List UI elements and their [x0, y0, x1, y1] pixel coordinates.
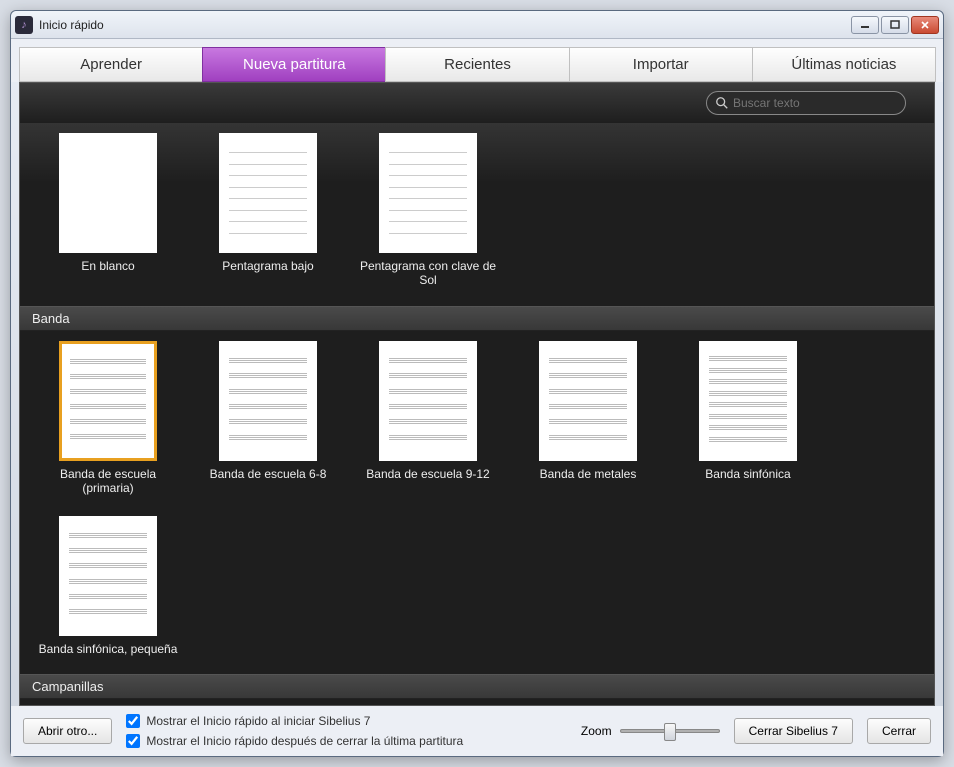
close-window-button[interactable] — [911, 16, 939, 34]
zoom-control: Zoom — [581, 724, 720, 738]
zoom-slider[interactable] — [620, 729, 720, 733]
thumb-multi-staff — [539, 341, 637, 461]
template-label: Banda sinfónica — [678, 467, 818, 481]
category-banda[interactable]: Banda — [20, 306, 934, 331]
zoom-label: Zoom — [581, 724, 612, 738]
content-area: En blanco Pentagrama bajo Pentagrama con… — [19, 82, 935, 706]
checkbox-start[interactable] — [126, 714, 140, 728]
tab-recent[interactable]: Recientes — [385, 47, 569, 82]
template-school-band-6-8[interactable]: Banda de escuela 6-8 — [198, 341, 338, 496]
tab-news[interactable]: Últimas noticias — [752, 47, 936, 82]
app-icon: ♪ — [15, 16, 33, 34]
template-bass-staff[interactable]: Pentagrama bajo — [198, 133, 338, 288]
thumb-multi-staff — [379, 341, 477, 461]
template-label: Banda de escuela 9-12 — [358, 467, 498, 481]
thumb-multi-staff — [59, 516, 157, 636]
template-label: Banda de metales — [518, 467, 658, 481]
checkbox-after-close[interactable] — [126, 734, 140, 748]
quick-start-window: ♪ Inicio rápido Aprender Nueva partitura… — [10, 10, 944, 757]
close-sibelius-button[interactable]: Cerrar Sibelius 7 — [734, 718, 853, 744]
template-label: Banda de escuela (primaria) — [38, 467, 178, 496]
thumb-multi-staff — [59, 341, 157, 461]
banda-templates: Banda de escuela (primaria) Banda de esc… — [20, 331, 934, 674]
thumb-single-staff — [379, 133, 477, 253]
checkbox-label: Mostrar el Inicio rápido después de cerr… — [146, 734, 463, 748]
template-label: En blanco — [38, 259, 178, 273]
template-school-band-primary[interactable]: Banda de escuela (primaria) — [38, 341, 178, 496]
tab-import[interactable]: Importar — [569, 47, 753, 82]
search-box[interactable] — [706, 91, 906, 115]
template-symphonic-band-small[interactable]: Banda sinfónica, pequeña — [38, 516, 178, 656]
open-other-button[interactable]: Abrir otro... — [23, 718, 112, 744]
search-input[interactable] — [733, 96, 897, 110]
maximize-icon — [890, 20, 900, 30]
titlebar[interactable]: ♪ Inicio rápido — [11, 11, 943, 39]
template-school-band-9-12[interactable]: Banda de escuela 9-12 — [358, 341, 498, 496]
tab-new-score[interactable]: Nueva partitura — [202, 47, 386, 82]
search-icon — [715, 96, 729, 110]
checkbox-label: Mostrar el Inicio rápido al iniciar Sibe… — [146, 714, 370, 728]
minimize-icon — [860, 20, 870, 30]
thumb-blank — [59, 133, 157, 253]
bottom-bar: Abrir otro... Mostrar el Inicio rápido a… — [11, 706, 943, 756]
template-symphonic-band[interactable]: Banda sinfónica — [678, 341, 818, 496]
template-blank[interactable]: En blanco — [38, 133, 178, 288]
template-treble-staff[interactable]: Pentagrama con clave de Sol — [358, 133, 498, 288]
thumb-multi-staff — [699, 341, 797, 461]
category-campanillas[interactable]: Campanillas — [20, 674, 934, 699]
window-title: Inicio rápido — [39, 18, 851, 32]
minimize-button[interactable] — [851, 16, 879, 34]
template-label: Pentagrama bajo — [198, 259, 338, 273]
template-scroll[interactable]: En blanco Pentagrama bajo Pentagrama con… — [20, 123, 934, 705]
check-show-after-close[interactable]: Mostrar el Inicio rápido después de cerr… — [126, 734, 567, 748]
zoom-thumb[interactable] — [664, 723, 676, 741]
template-brass-band[interactable]: Banda de metales — [518, 341, 658, 496]
check-show-on-start[interactable]: Mostrar el Inicio rápido al iniciar Sibe… — [126, 714, 567, 728]
close-icon — [920, 20, 930, 30]
main-tabs: Aprender Nueva partitura Recientes Impor… — [11, 39, 943, 82]
thumb-single-staff — [219, 133, 317, 253]
close-button[interactable]: Cerrar — [867, 718, 931, 744]
thumb-multi-staff — [219, 341, 317, 461]
template-label: Pentagrama con clave de Sol — [358, 259, 498, 288]
tab-learn[interactable]: Aprender — [19, 47, 203, 82]
maximize-button[interactable] — [881, 16, 909, 34]
top-templates: En blanco Pentagrama bajo Pentagrama con… — [20, 123, 934, 306]
template-label: Banda sinfónica, pequeña — [38, 642, 178, 656]
template-label: Banda de escuela 6-8 — [198, 467, 338, 481]
